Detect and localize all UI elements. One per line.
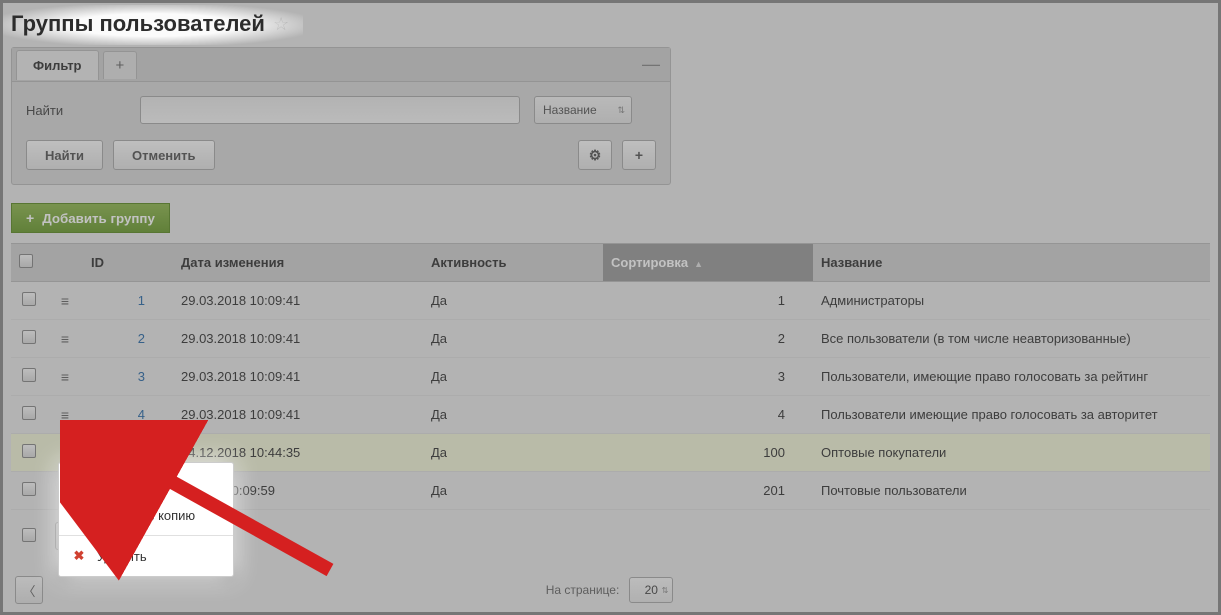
filter-tab[interactable]: Фильтр [16,50,99,80]
row-id[interactable]: 4 [138,407,145,422]
row-sort: 4 [603,396,813,434]
plus-icon: + [26,210,34,226]
row-active: Да [423,320,603,358]
row-sort: 201 [603,472,813,510]
row-date: 29.03.2018 10:09:41 [173,320,423,358]
row-checkbox[interactable] [22,292,36,306]
row-id[interactable]: 3 [138,369,145,384]
ctx-edit-label: Изменить [97,476,156,491]
chevron-left-icon: 〈 [22,581,35,600]
row-active: Да [423,396,603,434]
row-id[interactable]: 6 [138,445,145,460]
ctx-delete-label: Удалить [97,549,147,564]
filter-cancel-button[interactable]: Отменить [113,140,215,170]
row-name: Администраторы [813,282,1210,320]
row-sort: 1 [603,282,813,320]
pager-prev-button[interactable]: 〈 [15,576,43,604]
row-name: Пользователи, имеющие право голосовать з… [813,358,1210,396]
row-name: Пользователи имеющие право голосовать за… [813,396,1210,434]
row-menu-icon[interactable]: ≡ [61,445,69,461]
col-header-name[interactable]: Название [813,244,1210,282]
col-header-active[interactable]: Активность [423,244,603,282]
delete-icon: ✖ [71,548,87,564]
filter-collapse-icon[interactable]: — [642,54,660,75]
row-checkbox[interactable] [22,444,36,458]
ctx-copy-label: Добавить копию [97,508,195,523]
select-all-footer-checkbox[interactable] [22,528,36,542]
row-checkbox[interactable] [22,406,36,420]
row-active: Да [423,472,603,510]
row-menu-icon[interactable]: ≡ [61,331,69,347]
row-active: Да [423,434,603,472]
select-all-checkbox[interactable] [19,254,33,268]
sort-asc-icon: ▲ [694,259,703,269]
filter-submit-button[interactable]: Найти [26,140,103,170]
filter-field-select[interactable]: Название [534,96,632,124]
filter-find-label: Найти [26,103,126,118]
row-date: 29.03.2018 10:09:41 [173,396,423,434]
copy-icon: ⧉ [71,507,87,523]
row-context-menu: ✎ Изменить ⧉ Добавить копию ✖ Удалить [58,462,234,577]
filter-add-tab-button[interactable]: + [103,51,138,79]
ctx-delete-item[interactable]: ✖ Удалить [59,540,233,572]
table-row[interactable]: ≡229.03.2018 10:09:41Да2Все пользователи… [11,320,1210,358]
favorite-star-icon[interactable]: ☆ [273,14,289,35]
add-group-button[interactable]: +Добавить группу [11,203,170,233]
ctx-edit-item[interactable]: ✎ Изменить [59,467,233,499]
filter-add-button[interactable]: + [622,140,656,170]
col-header-sort[interactable]: Сортировка▲ [603,244,813,282]
row-name: Все пользователи (в том числе неавторизо… [813,320,1210,358]
page-title: Группы пользователей [11,11,265,37]
row-checkbox[interactable] [22,482,36,496]
plus-icon: + [635,147,643,163]
col-header-date[interactable]: Дата изменения [173,244,423,282]
filter-panel: Фильтр + — Найти Название Найти Отменить… [11,47,671,185]
row-active: Да [423,282,603,320]
row-checkbox[interactable] [22,368,36,382]
ctx-copy-item[interactable]: ⧉ Добавить копию [59,499,233,531]
per-page-select[interactable]: 20 [629,577,673,603]
row-menu-icon[interactable]: ≡ [61,407,69,423]
row-name: Оптовые покупатели [813,434,1210,472]
gear-icon: ⚙ [589,147,602,164]
table-row[interactable]: ≡329.03.2018 10:09:41Да3Пользователи, им… [11,358,1210,396]
row-name: Почтовые пользователи [813,472,1210,510]
row-sort: 2 [603,320,813,358]
col-header-id[interactable]: ID [83,244,173,282]
row-sort: 3 [603,358,813,396]
row-id[interactable]: 2 [138,331,145,346]
row-id[interactable]: 1 [138,293,145,308]
row-sort: 100 [603,434,813,472]
row-menu-icon[interactable]: ≡ [61,369,69,385]
table-row[interactable]: ≡129.03.2018 10:09:41Да1Администраторы [11,282,1210,320]
filter-settings-button[interactable]: ⚙ [578,140,612,170]
row-active: Да [423,358,603,396]
table-row[interactable]: ≡429.03.2018 10:09:41Да4Пользователи име… [11,396,1210,434]
row-checkbox[interactable] [22,330,36,344]
row-date: 29.03.2018 10:09:41 [173,282,423,320]
edit-icon: ✎ [71,475,87,491]
per-page-label: На странице: [546,583,620,597]
filter-search-input[interactable] [140,96,520,124]
row-menu-icon[interactable]: ≡ [61,293,69,309]
row-date: 29.03.2018 10:09:41 [173,358,423,396]
